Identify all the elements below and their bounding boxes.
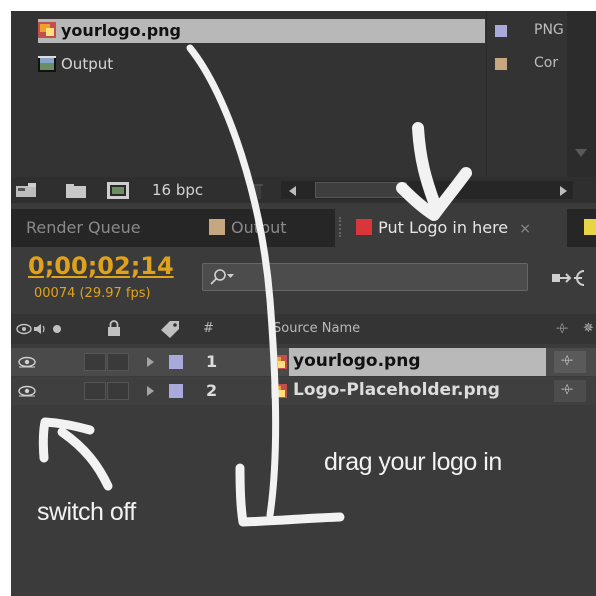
- drag-arrow-head: [235, 463, 345, 527]
- annotation-arrows: [38, 44, 472, 527]
- drag-arrow-line: [186, 44, 280, 519]
- down-arrow-line: [412, 122, 440, 208]
- switch-arrow-line: [57, 427, 113, 491]
